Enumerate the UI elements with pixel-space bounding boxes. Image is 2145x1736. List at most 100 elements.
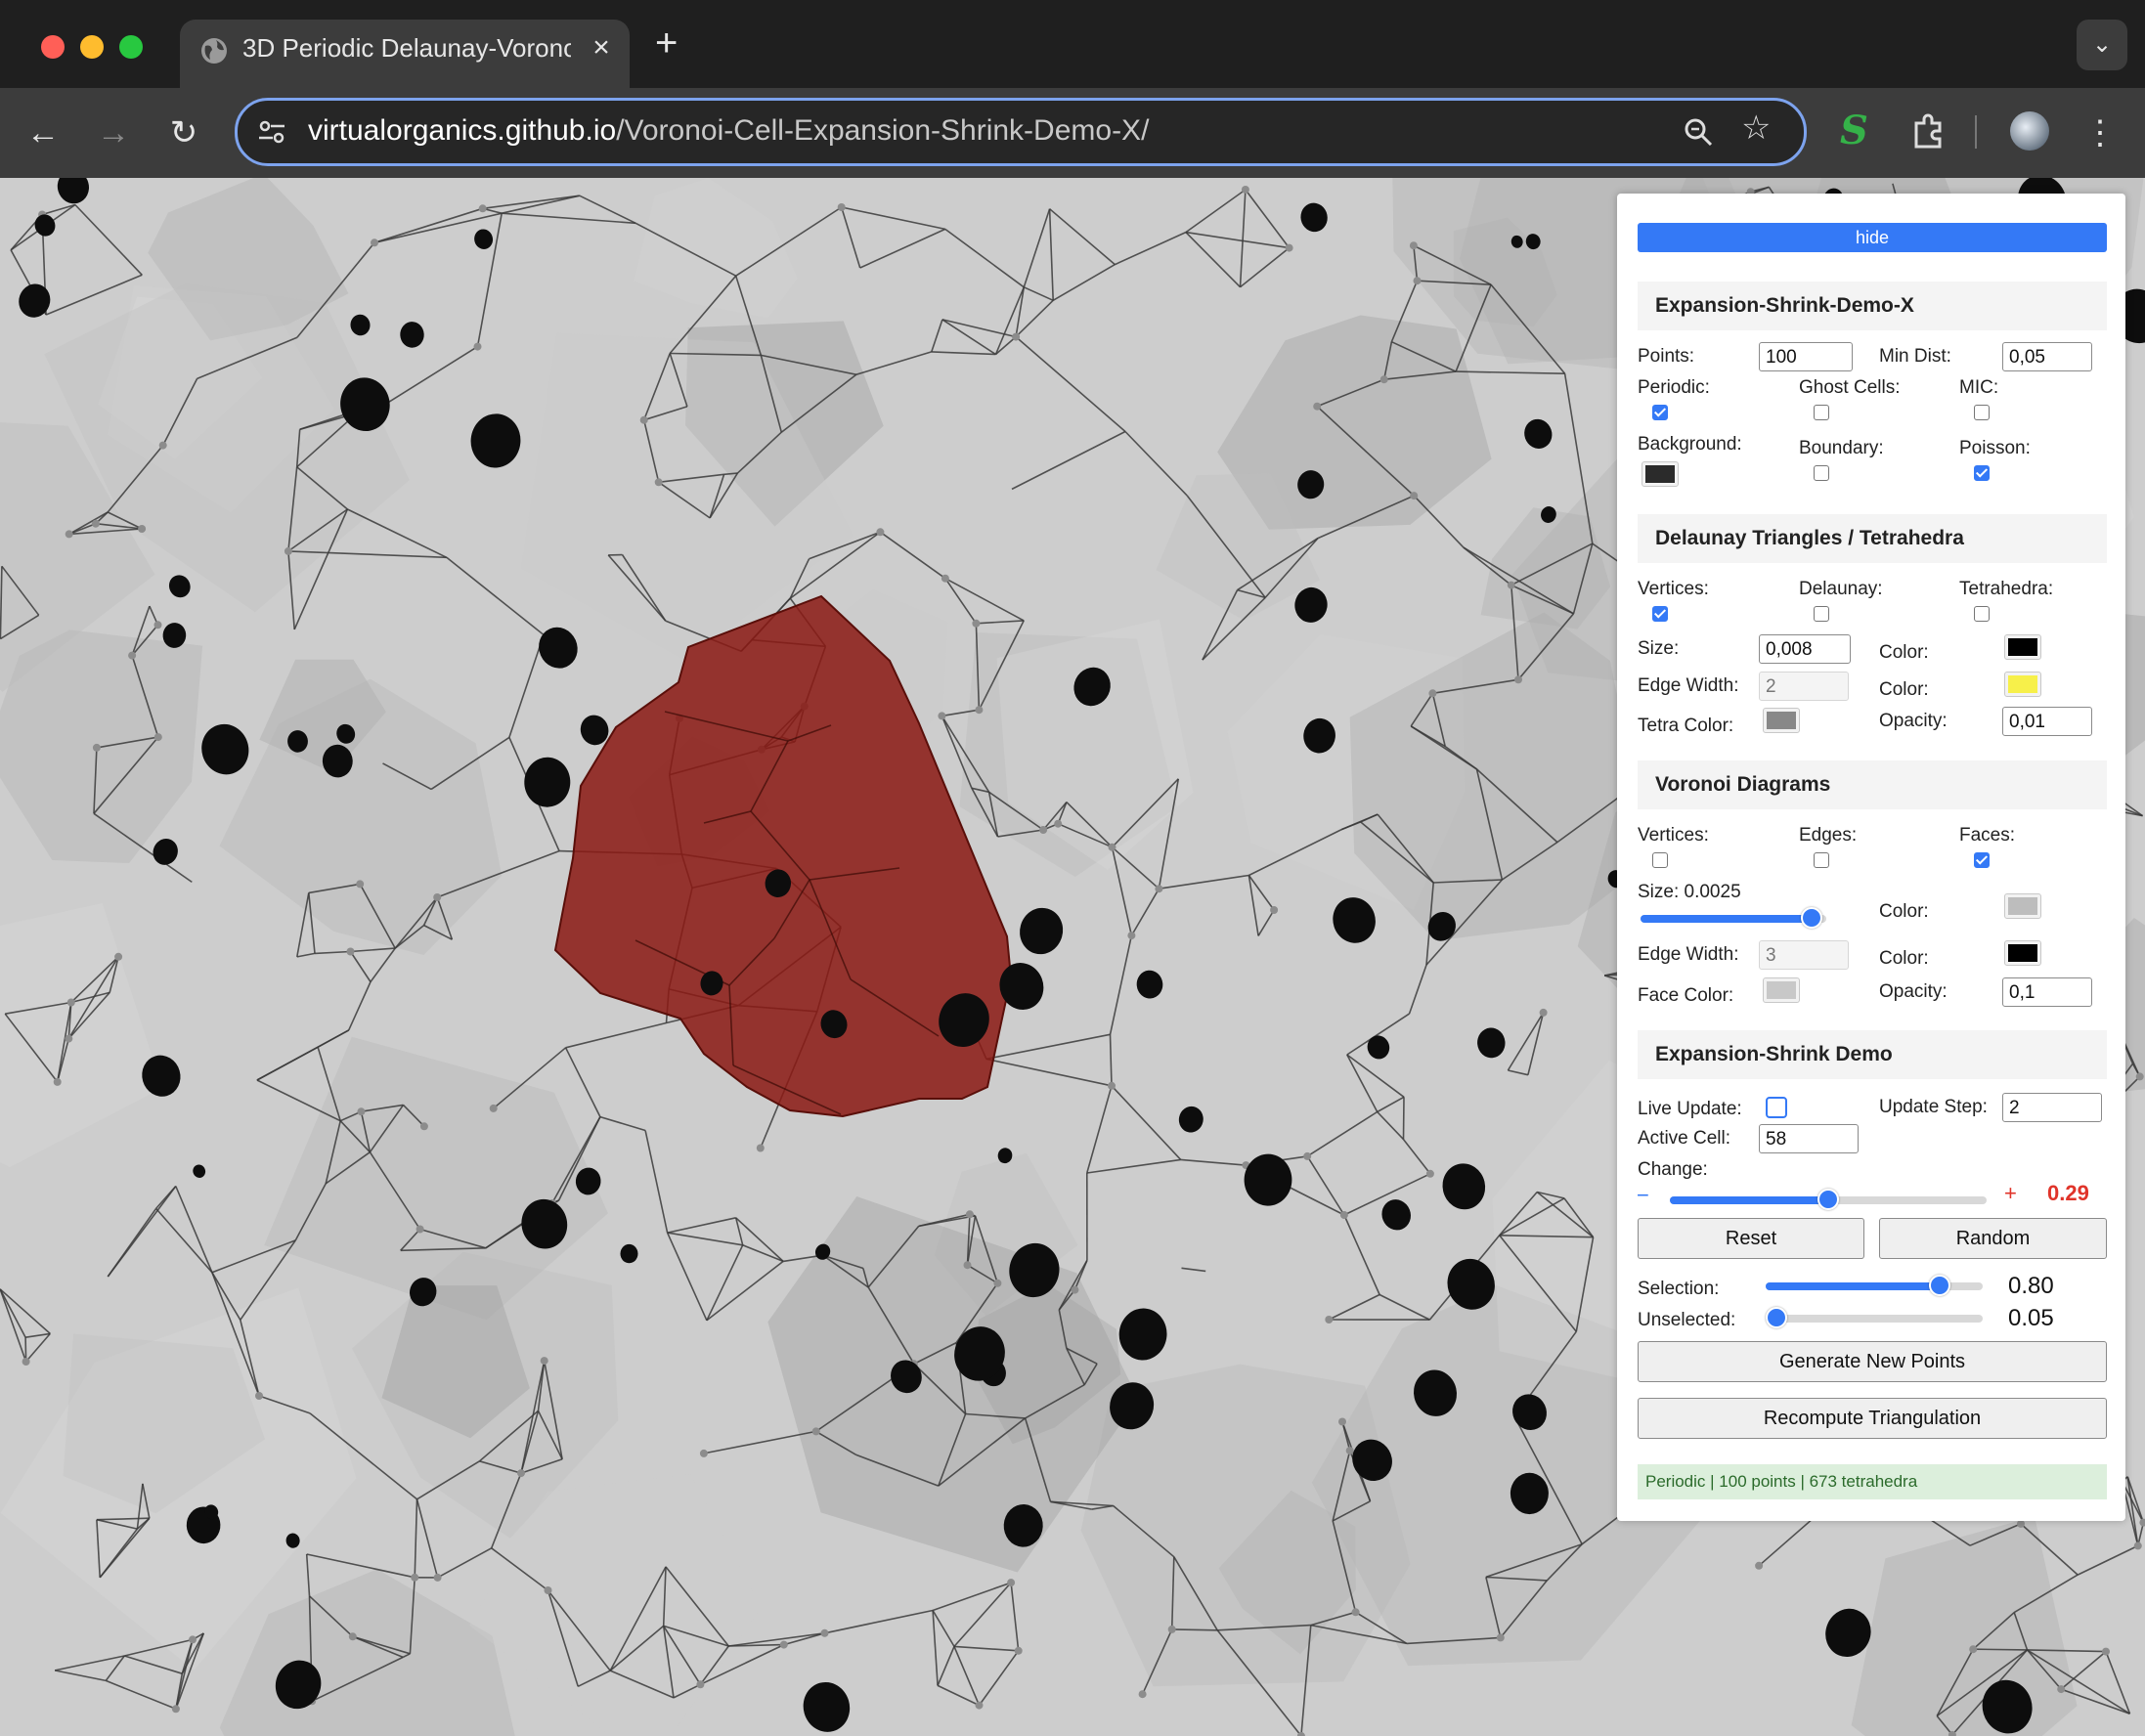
voronoi-face [219, 1569, 515, 1736]
seed-point [1136, 970, 1163, 999]
voronoi-edge [0, 1288, 26, 1338]
voronoi-opacity-input[interactable]: 0,1 [2002, 977, 2092, 1007]
voronoi-edge [859, 228, 946, 269]
voronoi-edge [508, 634, 545, 738]
recompute-triangulation-button[interactable]: Recompute Triangulation [1638, 1398, 2107, 1439]
edge-color-swatch[interactable] [2004, 672, 2041, 697]
more-menu-icon[interactable]: ⋮ [2077, 109, 2123, 156]
extension-s-icon[interactable]: S [1840, 108, 1868, 153]
voronoi-edge [1185, 231, 1290, 249]
voronoi-vertex [654, 478, 663, 487]
hide-button[interactable]: hide [1638, 223, 2107, 252]
forward-icon[interactable]: → [90, 109, 137, 156]
voronoi-edge [944, 578, 978, 625]
zoom-icon[interactable] [1683, 116, 1714, 148]
voronoi-edge [1111, 1085, 1182, 1160]
seed-point [193, 1164, 206, 1178]
browser-tab[interactable]: 3D Periodic Delaunay-Voronoi × [180, 20, 630, 88]
seed-point [34, 214, 56, 237]
delaunay-checkbox[interactable] [1814, 606, 1829, 622]
voronoi-vertices-label: Vertices: [1638, 825, 1709, 846]
tetra-color-swatch[interactable] [1763, 708, 1800, 733]
voronoi-vertex [1539, 1008, 1548, 1017]
reset-button[interactable]: Reset [1638, 1218, 1864, 1259]
face-color-swatch[interactable] [1763, 977, 1800, 1003]
reload-icon[interactable]: ↻ [160, 109, 207, 156]
mic-label: MIC: [1959, 377, 1999, 398]
background-color-swatch[interactable] [1642, 461, 1679, 487]
site-settings-icon[interactable] [257, 117, 286, 147]
update-step-input[interactable]: 2 [2002, 1093, 2102, 1122]
voronoi-color-swatch[interactable] [2004, 893, 2041, 919]
tab-title: 3D Periodic Delaunay-Voronoi [242, 33, 571, 63]
voronoi-edges-checkbox[interactable] [1814, 852, 1829, 868]
voronoi-faces-checkbox[interactable] [1974, 852, 1990, 868]
voronoi-edge-color-swatch[interactable] [2004, 940, 2041, 966]
tab-search-icon[interactable]: ⌄ [2077, 20, 2127, 70]
voronoi-edge-width-input[interactable]: 3 [1759, 940, 1849, 970]
voronoi-vertex [153, 621, 162, 629]
profile-avatar[interactable] [2010, 111, 2049, 151]
section-header-delaunay: Delaunay Triangles / Tetrahedra [1638, 514, 2107, 563]
voronoi-vertex [1514, 675, 1522, 684]
active-cell-input[interactable]: 58 [1759, 1124, 1859, 1153]
delaunay-opacity-input[interactable]: 0,01 [2002, 707, 2092, 736]
mic-checkbox[interactable] [1974, 405, 1990, 420]
voronoi-edge [347, 508, 448, 559]
maximize-window-button[interactable] [119, 35, 143, 59]
voronoi-vertex [1339, 1211, 1348, 1219]
tetrahedra-checkbox[interactable] [1974, 606, 1990, 622]
voronoi-edge [1023, 286, 1054, 302]
live-update-checkbox[interactable] [1766, 1097, 1787, 1118]
min-dist-input[interactable]: 0,05 [2002, 342, 2092, 371]
generate-new-points-button[interactable]: Generate New Points [1638, 1341, 2107, 1382]
poisson-checkbox[interactable] [1974, 465, 1990, 481]
voronoi-size-slider[interactable] [1641, 907, 1826, 929]
vertex-color-swatch[interactable] [2004, 634, 2041, 660]
voronoi-edge [1023, 208, 1051, 288]
periodic-checkbox[interactable] [1652, 405, 1668, 420]
unselected-slider[interactable] [1766, 1307, 1983, 1328]
minimize-window-button[interactable] [80, 35, 104, 59]
voronoi-vertex [411, 1573, 419, 1582]
boundary-checkbox[interactable] [1814, 465, 1829, 481]
voronoi-edge [1124, 430, 1188, 497]
voronoi-edge [1010, 1583, 1020, 1651]
voronoi-edge [1052, 263, 1116, 301]
face-color-label: Face Color: [1638, 985, 1734, 1006]
change-plus-icon[interactable]: + [2004, 1181, 2017, 1206]
extensions-puzzle-icon[interactable] [1908, 111, 1948, 151]
seed-point [539, 627, 578, 669]
voronoi-face [0, 903, 163, 1168]
points-input[interactable]: 100 [1759, 342, 1853, 371]
change-minus-icon[interactable]: − [1637, 1183, 1649, 1208]
delaunay-size-input[interactable]: 0,008 [1759, 634, 1851, 664]
tab-close-icon[interactable]: × [587, 31, 616, 65]
voronoi-edge [2077, 1544, 2139, 1576]
voronoi-vertex [1410, 492, 1419, 500]
delaunay-vertices-checkbox[interactable] [1652, 606, 1668, 622]
new-tab-button[interactable]: + [655, 23, 678, 63]
seed-point [524, 757, 571, 807]
seed-point [1442, 1163, 1486, 1210]
voronoi-edge [373, 207, 483, 244]
voronoi-vertex [1338, 1417, 1346, 1426]
active-cell-label: Active Cell: [1638, 1128, 1731, 1149]
address-bar[interactable]: virtualorganics.github.io/Voronoi-Cell-E… [235, 98, 1807, 166]
voronoi-vertices-checkbox[interactable] [1652, 852, 1668, 868]
voronoi-vertex [1428, 689, 1437, 698]
ghost-cells-checkbox[interactable] [1814, 405, 1829, 420]
voronoi-edge [932, 1610, 955, 1647]
back-icon[interactable]: ← [20, 109, 66, 156]
voronoi-vertex [114, 952, 123, 961]
change-slider[interactable] [1670, 1189, 1987, 1210]
close-window-button[interactable] [41, 35, 65, 59]
selection-slider[interactable] [1766, 1275, 1983, 1296]
voronoi-vertex [65, 1034, 73, 1043]
delaunay-edge-width-input[interactable]: 2 [1759, 672, 1849, 701]
voronoi-face [1851, 1516, 2078, 1736]
random-button[interactable]: Random [1879, 1218, 2107, 1259]
voronoi-vertex [972, 619, 981, 628]
boundary-label: Boundary: [1799, 438, 1884, 458]
bookmark-star-icon[interactable]: ☆ [1741, 108, 1771, 148]
